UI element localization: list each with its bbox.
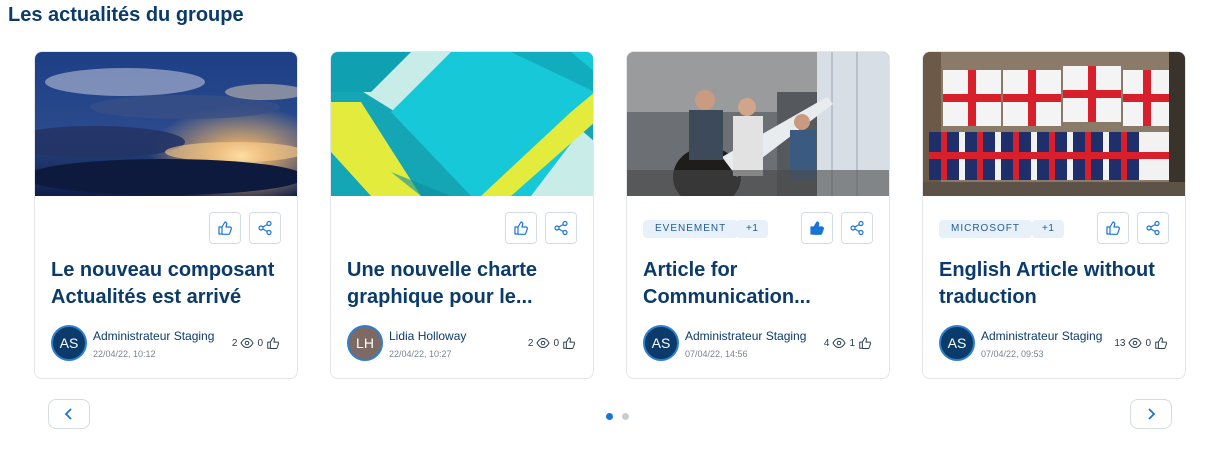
card-title[interactable]: Article for Communication...: [643, 257, 877, 311]
section-title: Les actualités du groupe: [8, 4, 244, 26]
eye-icon: [536, 337, 551, 349]
views-count: 13: [1114, 337, 1126, 349]
likes-count: 1: [849, 337, 855, 349]
publish-date: 22/04/22, 10:27: [389, 349, 452, 359]
geometric-pattern-image: [331, 52, 593, 196]
card-title[interactable]: Le nouveau composant Actualités est arri…: [51, 257, 285, 311]
share-icon: [1146, 220, 1160, 236]
views-count: 4: [823, 337, 830, 349]
news-card[interactable]: Le nouveau composant Actualités est arri…: [34, 51, 298, 379]
tag-more[interactable]: +1: [1032, 220, 1065, 238]
news-card[interactable]: EVENEMENT +1 Article for Communication..…: [626, 51, 890, 379]
author-name: Lidia Holloway: [389, 329, 467, 343]
news-thumbnail[interactable]: [627, 52, 889, 196]
card-author: AS Administrateur Staging 07/04/22, 14:5…: [643, 325, 875, 361]
like-button[interactable]: [1097, 212, 1129, 244]
share-icon: [258, 220, 272, 236]
thumbs-up-icon: [267, 337, 280, 349]
card-author: AS Administrateur Staging 07/04/22, 09:5…: [939, 325, 1171, 361]
office-team-image: [627, 52, 889, 196]
share-button[interactable]: [249, 212, 281, 244]
thumbs-up-icon: [859, 337, 872, 349]
carousel-prev-button[interactable]: [48, 399, 90, 429]
share-button[interactable]: [545, 212, 577, 244]
like-button[interactable]: [801, 212, 833, 244]
eye-icon: [832, 337, 847, 349]
author-name: Administrateur Staging: [685, 329, 807, 343]
sunset-clouds-image: [35, 52, 297, 196]
share-button[interactable]: [841, 212, 873, 244]
card-title[interactable]: Une nouvelle charte graphique pour le...: [347, 257, 581, 311]
card-author: LH Lidia Holloway 22/04/22, 10:27 2 0: [347, 325, 579, 361]
author-name: Administrateur Staging: [93, 329, 215, 343]
like-button[interactable]: [209, 212, 241, 244]
likes-count: 0: [553, 337, 559, 349]
union-jack-flags-image: [923, 52, 1185, 196]
carousel-next-button[interactable]: [1130, 399, 1172, 429]
thumbs-up-icon: [563, 337, 576, 349]
avatar: LH: [347, 325, 383, 361]
thumbs-up-icon: [1106, 221, 1120, 235]
card-stats: 13 0: [1114, 335, 1171, 351]
tag-category[interactable]: EVENEMENT: [643, 220, 739, 238]
avatar: AS: [939, 325, 975, 361]
news-thumbnail[interactable]: [923, 52, 1185, 196]
likes-count: 0: [257, 337, 263, 349]
card-actions: [347, 212, 577, 246]
thumbs-up-filled-icon: [810, 221, 824, 235]
chevron-right-icon: [1148, 408, 1156, 420]
thumbs-up-icon: [1155, 337, 1168, 349]
likes-count: 0: [1145, 337, 1151, 349]
tag-category[interactable]: MICROSOFT: [939, 220, 1032, 238]
tag-more[interactable]: +1: [736, 220, 769, 238]
share-icon: [554, 220, 568, 236]
card-actions: [51, 212, 281, 246]
share-icon: [850, 220, 864, 236]
author-name: Administrateur Staging: [981, 329, 1103, 343]
avatar: AS: [51, 325, 87, 361]
views-count: 2: [527, 337, 534, 349]
share-button[interactable]: [1137, 212, 1169, 244]
news-thumbnail[interactable]: [331, 52, 593, 196]
card-stats: 4 1: [824, 335, 875, 351]
news-card[interactable]: Une nouvelle charte graphique pour le...…: [330, 51, 594, 379]
thumbs-up-icon: [514, 221, 528, 235]
news-thumbnail[interactable]: [35, 52, 297, 196]
eye-icon: [240, 337, 255, 349]
news-card[interactable]: MICROSOFT +1 English Article without tra…: [922, 51, 1186, 379]
avatar: AS: [643, 325, 679, 361]
views-count: 2: [231, 337, 238, 349]
card-title[interactable]: English Article without traduction: [939, 257, 1173, 311]
pagination-dot[interactable]: [622, 413, 629, 420]
eye-icon: [1128, 337, 1143, 349]
card-actions: MICROSOFT +1: [939, 212, 1169, 246]
pagination-dot-active[interactable]: [606, 413, 613, 420]
publish-date: 07/04/22, 14:56: [685, 349, 748, 359]
like-button[interactable]: [505, 212, 537, 244]
publish-date: 22/04/22, 10:12: [93, 349, 156, 359]
thumbs-up-icon: [218, 221, 232, 235]
card-author: AS Administrateur Staging 22/04/22, 10:1…: [51, 325, 283, 361]
card-stats: 2 0: [528, 335, 579, 351]
card-stats: 2 0: [232, 335, 283, 351]
chevron-left-icon: [64, 408, 72, 420]
card-actions: EVENEMENT +1: [643, 212, 873, 246]
publish-date: 07/04/22, 09:53: [981, 349, 1044, 359]
